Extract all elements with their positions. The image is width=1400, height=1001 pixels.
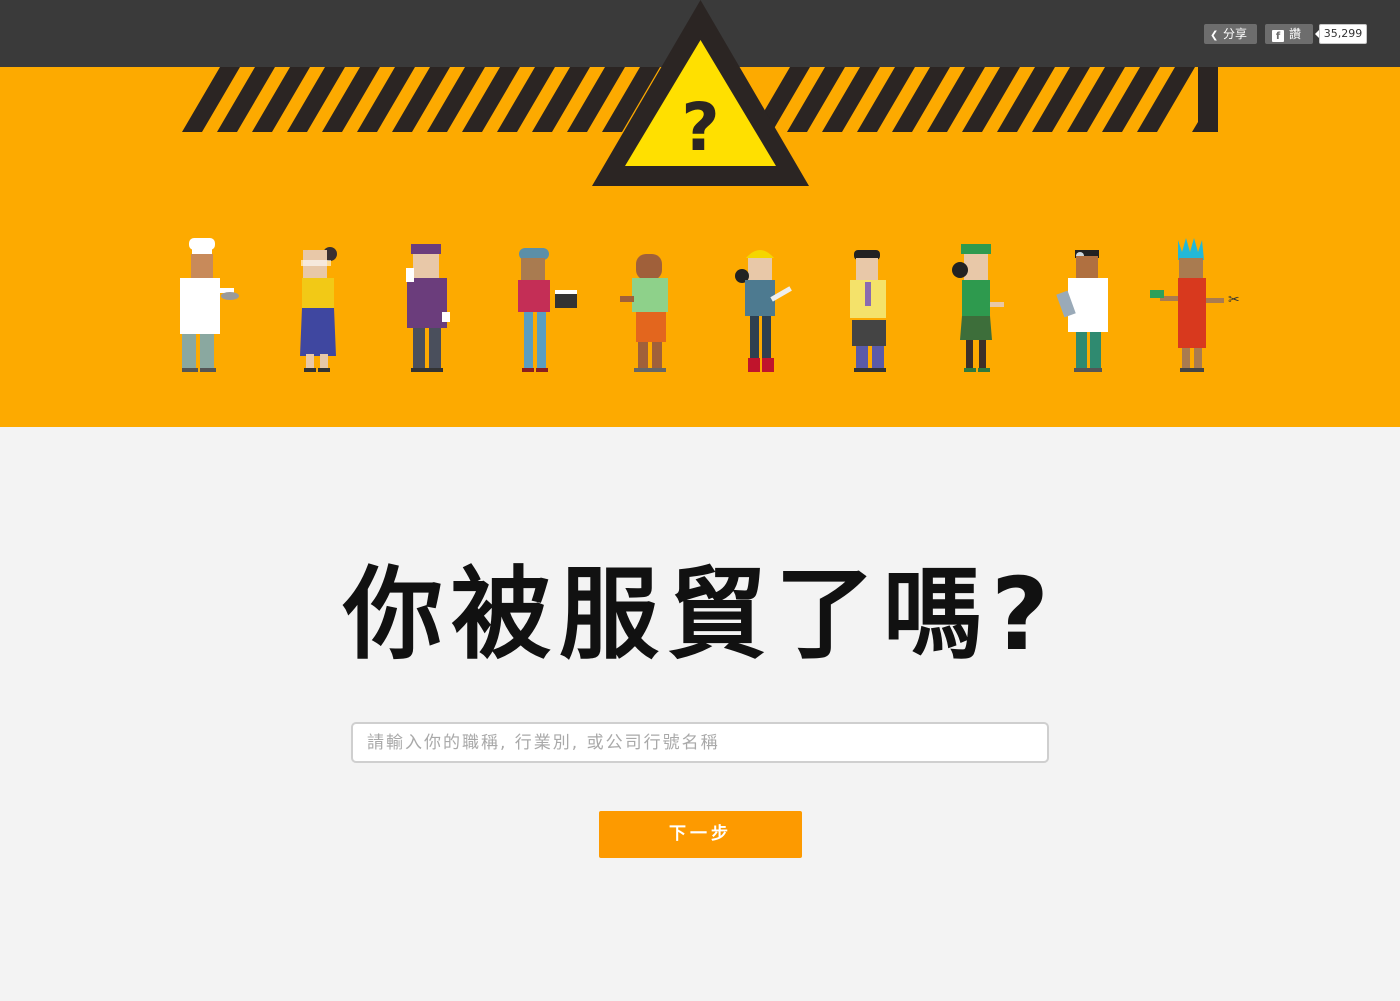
- warning-triangle-icon: ?: [592, 0, 809, 186]
- next-step-button[interactable]: 下一步: [599, 811, 802, 858]
- facebook-icon: f: [1272, 30, 1284, 42]
- svg-text:✂: ✂: [1228, 292, 1240, 308]
- warning-question-mark: ?: [681, 89, 719, 166]
- chef-figure: [180, 238, 239, 372]
- like-label: 讚: [1289, 27, 1302, 41]
- page-title: 你被服貿了嗎?: [342, 556, 1057, 673]
- facebook-like-button[interactable]: f讚: [1265, 24, 1313, 44]
- characters-illustration: ✂: [180, 238, 1240, 372]
- share-button[interactable]: ❮ 分享: [1204, 24, 1257, 44]
- hairdresser-figure: ✂: [1150, 238, 1240, 372]
- occupation-search-input[interactable]: [351, 722, 1049, 763]
- film-director-figure: [518, 248, 577, 372]
- construction-engineer-figure: [735, 250, 792, 372]
- worker-figure: [620, 254, 668, 372]
- office-lady-figure: [300, 247, 337, 372]
- store-clerk-figure: [952, 244, 1004, 372]
- businessman-figure: [850, 250, 886, 372]
- like-count: 35,299: [1315, 24, 1367, 44]
- share-label: 分享: [1223, 27, 1248, 41]
- doctor-figure: [1056, 250, 1108, 372]
- share-icon: ❮: [1210, 30, 1219, 41]
- bellhop-figure: [406, 244, 450, 372]
